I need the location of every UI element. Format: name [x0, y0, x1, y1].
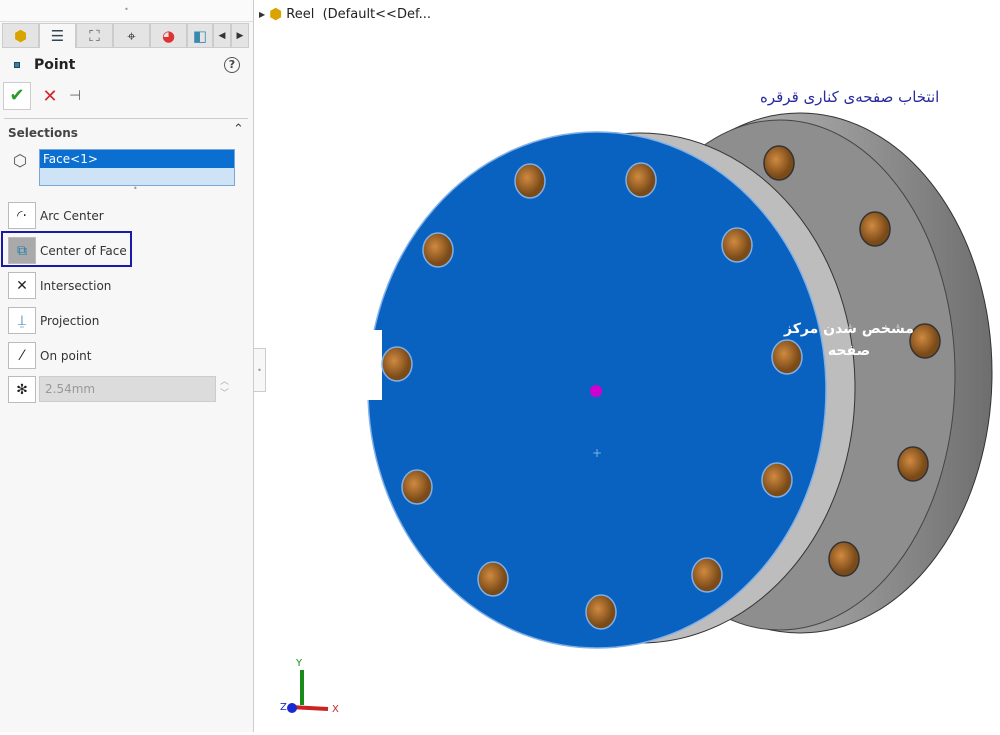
- graphics-viewport[interactable]: + انتخاب صفحه‌ی کناری قرقره مشخص شدن مرک…: [255, 0, 1000, 732]
- bolt-hole: [422, 232, 454, 268]
- bolt-hole: [761, 462, 793, 498]
- distance-input[interactable]: 2.54mm: [39, 376, 216, 402]
- display-icon: ◧: [192, 26, 208, 45]
- point-icon: [14, 62, 20, 68]
- property-manager-tab[interactable]: ☰: [39, 23, 76, 48]
- tab-scroll-left[interactable]: ◀: [213, 23, 231, 48]
- bolt-hole: [828, 541, 860, 577]
- option-label: Arc Center: [40, 208, 104, 223]
- divider: [4, 118, 248, 119]
- projection-option[interactable]: ⍊ Projection: [8, 307, 99, 334]
- notch: [362, 330, 382, 400]
- appearance-icon: ◕: [161, 26, 176, 45]
- intersection-icon[interactable]: ✕: [8, 272, 36, 299]
- intersection-option[interactable]: ✕ Intersection: [8, 272, 111, 299]
- expand-icon[interactable]: ▶: [259, 10, 265, 19]
- distribute-icon[interactable]: ✻: [8, 376, 36, 403]
- chevron-up-icon[interactable]: ⌃: [233, 122, 244, 137]
- arc-center-option[interactable]: ◜· Arc Center: [8, 202, 104, 229]
- distance-spinner[interactable]: ︿ ﹀: [220, 376, 229, 400]
- configuration-manager-tab[interactable]: ⛶: [76, 23, 113, 48]
- on-point-icon[interactable]: ⁄: [8, 342, 36, 369]
- annotation-line: مشخص شدن مرکز: [784, 321, 914, 337]
- panel-title: Point: [14, 57, 75, 73]
- display-manager-tab[interactable]: ◕: [150, 23, 187, 48]
- z-axis-label: Z: [280, 702, 287, 713]
- bolt-hole: [897, 446, 929, 482]
- list-resize-handle[interactable]: •: [133, 184, 138, 193]
- bolt-hole: [763, 145, 795, 181]
- bolt-hole: [401, 469, 433, 505]
- ok-button[interactable]: ✔: [3, 82, 31, 110]
- cancel-button[interactable]: ✕: [39, 86, 61, 107]
- bolt-hole: [381, 346, 413, 382]
- arrow-left-icon: ◀: [218, 30, 226, 41]
- bolt-hole: [859, 211, 891, 247]
- bolt-hole: [721, 227, 753, 263]
- tree-item-label[interactable]: Reel (Default<<Def...: [286, 7, 431, 22]
- manager-tabs: ⬢ ☰ ⛶ ⌖ ◕ ◧ ◀ ▶: [2, 23, 249, 48]
- feature-manager-tab[interactable]: ⬢: [2, 23, 39, 48]
- annotation: مشخص شدن مرکز صفحه: [775, 318, 923, 362]
- selection-list[interactable]: Face<1>: [39, 149, 235, 186]
- face-icon: ⬡: [13, 151, 27, 170]
- pin-button[interactable]: ⊣: [69, 88, 81, 104]
- bolt-hole: [585, 594, 617, 630]
- arc-center-icon[interactable]: ◜·: [8, 202, 36, 229]
- z-axis: [287, 703, 297, 713]
- extra-tab[interactable]: ◧: [187, 23, 213, 48]
- dimxpert-icon: ⌖: [127, 26, 136, 45]
- option-label: Projection: [40, 313, 100, 328]
- projection-icon[interactable]: ⍊: [8, 307, 36, 334]
- bolt-hole: [477, 561, 509, 597]
- caption: انتخاب صفحه‌ی کناری قرقره: [760, 88, 940, 106]
- model-view: +: [287, 112, 993, 713]
- dimxpert-tab[interactable]: ⌖: [113, 23, 150, 48]
- bolt-hole: [691, 557, 723, 593]
- panel-title-text: Point: [34, 57, 76, 73]
- selection-item[interactable]: Face<1>: [40, 150, 234, 168]
- bolt-hole: [514, 163, 546, 199]
- feature-tree-flyout[interactable]: ▶ ⬢ Reel (Default<<Def...: [259, 5, 431, 23]
- origin-marker: +: [592, 446, 602, 460]
- tab-scroll-right[interactable]: ▶: [231, 23, 249, 48]
- help-icon[interactable]: ?: [224, 57, 240, 73]
- distribution-option[interactable]: ✻: [8, 376, 36, 403]
- selections-header[interactable]: Selections: [8, 126, 78, 140]
- panel-splitter[interactable]: •: [0, 0, 253, 22]
- annotation-line: صفحه: [827, 343, 871, 359]
- property-manager-icon: ☰: [50, 27, 65, 45]
- part-icon: ⬢: [269, 5, 283, 23]
- y-axis-label: Y: [296, 658, 303, 669]
- highlight-box: [1, 231, 132, 267]
- option-label: On point: [40, 348, 92, 363]
- on-point-option[interactable]: ⁄ On point: [8, 342, 91, 369]
- property-manager-panel: • ⬢ ☰ ⛶ ⌖ ◕ ◧ ◀ ▶ Point ? ✔ ✕ ⊣ Selectio…: [0, 0, 254, 732]
- arrow-right-icon: ▶: [236, 30, 244, 41]
- x-axis-label: X: [332, 704, 339, 715]
- center-point[interactable]: [590, 385, 602, 397]
- bolt-hole: [625, 162, 657, 198]
- option-label: Intersection: [40, 278, 112, 293]
- configuration-icon: ⛶: [89, 26, 100, 45]
- part-icon: ⬢: [13, 26, 28, 45]
